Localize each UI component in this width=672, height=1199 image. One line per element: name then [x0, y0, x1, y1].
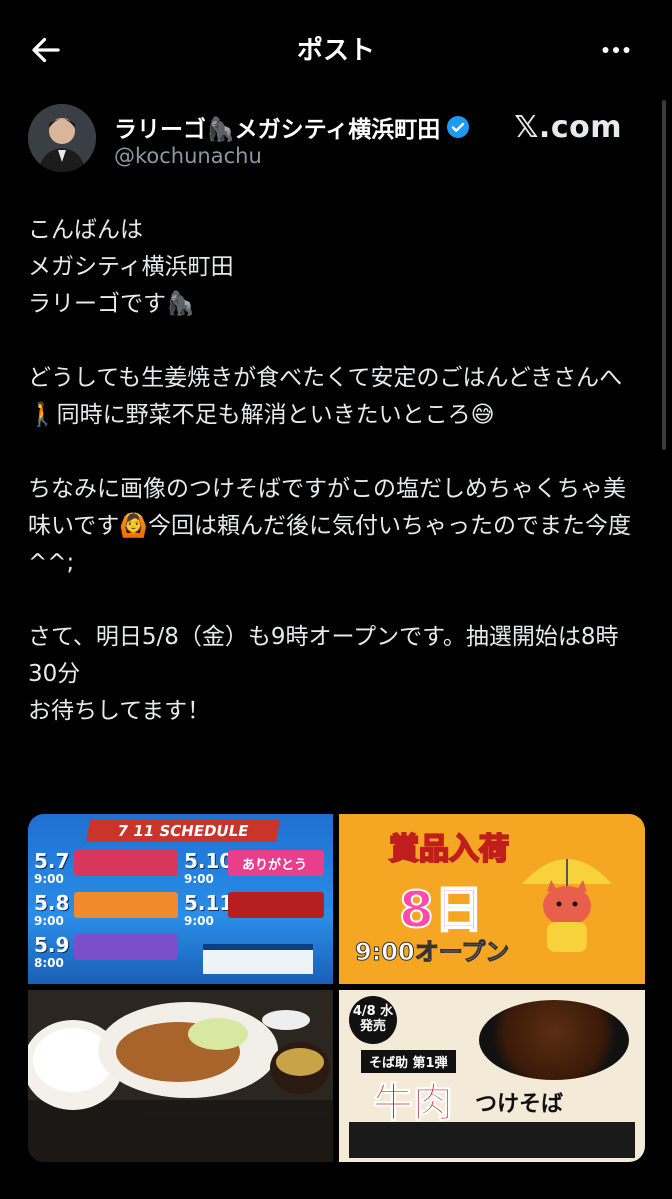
scrollbar[interactable]: [662, 100, 666, 450]
schedule-time: 9:00: [184, 914, 214, 928]
cat-mascot-icon: [522, 859, 612, 952]
schedule-date: 5.8: [34, 891, 70, 915]
top-bar: ポスト: [0, 0, 672, 100]
media-meal-photo[interactable]: [28, 990, 333, 1162]
page-title: ポスト: [296, 36, 375, 66]
author-handle[interactable]: @kochunachu: [114, 144, 262, 168]
post-author: ラリーゴ🦍メガシティ横浜町田 @kochunachu 𝕏.com: [28, 104, 644, 176]
schedule-date: 5.10: [184, 849, 234, 873]
more-options-icon[interactable]: [596, 32, 636, 68]
author-name-row: ラリーゴ🦍メガシティ横浜町田: [114, 110, 470, 144]
avatar[interactable]: [28, 104, 96, 172]
release-date-badge: 4/8 水 発売: [349, 996, 397, 1044]
schedule-banner: 7 11 SCHEDULE: [86, 820, 280, 842]
award-open-time: 9:00オープン: [354, 938, 510, 967]
media-grid: 7 11 SCHEDULE 5.7 9:00 5.8 9:00 5.9 8:00…: [28, 814, 645, 1162]
schedule-time: 9:00: [34, 914, 64, 928]
soba-bowl-illustration: [479, 1000, 629, 1080]
store-illustration: [203, 944, 313, 974]
schedule-card: [74, 934, 178, 960]
x-logo: 𝕏.com: [514, 110, 622, 145]
poster-notes: [349, 1122, 635, 1158]
poster-title: 牛肉: [373, 1080, 454, 1127]
schedule-date: 5.9: [34, 933, 70, 957]
schedule-time: 9:00: [184, 872, 214, 886]
post-text: こんばんは メガシティ横浜町田 ラリーゴです🦍 どうしても生姜焼きが食べたくて安…: [28, 217, 631, 724]
poster-subtitle: つけそば: [475, 1092, 564, 1117]
media-tsukesoba-poster[interactable]: 4/8 水 発売 そば助 第1弾 牛肉 つけそば: [339, 990, 645, 1162]
schedule-card: [74, 892, 178, 918]
schedule-card: [228, 892, 324, 918]
schedule-time: 9:00: [34, 872, 64, 886]
schedule-date: 5.7: [34, 849, 70, 873]
award-title: 賞品入荷: [388, 831, 510, 868]
media-award-image[interactable]: 賞品入荷 8日 9:00オープン: [339, 814, 645, 984]
schedule-date: 5.11: [184, 891, 234, 915]
schedule-card-label: ありがとう: [242, 858, 308, 873]
verified-badge-icon: [447, 116, 470, 138]
author-name[interactable]: ラリーゴ🦍メガシティ横浜町田: [114, 110, 440, 144]
media-schedule-image[interactable]: 7 11 SCHEDULE 5.7 9:00 5.8 9:00 5.9 8:00…: [28, 814, 333, 984]
schedule-time: 8:00: [34, 956, 64, 970]
schedule-card: [74, 850, 178, 876]
